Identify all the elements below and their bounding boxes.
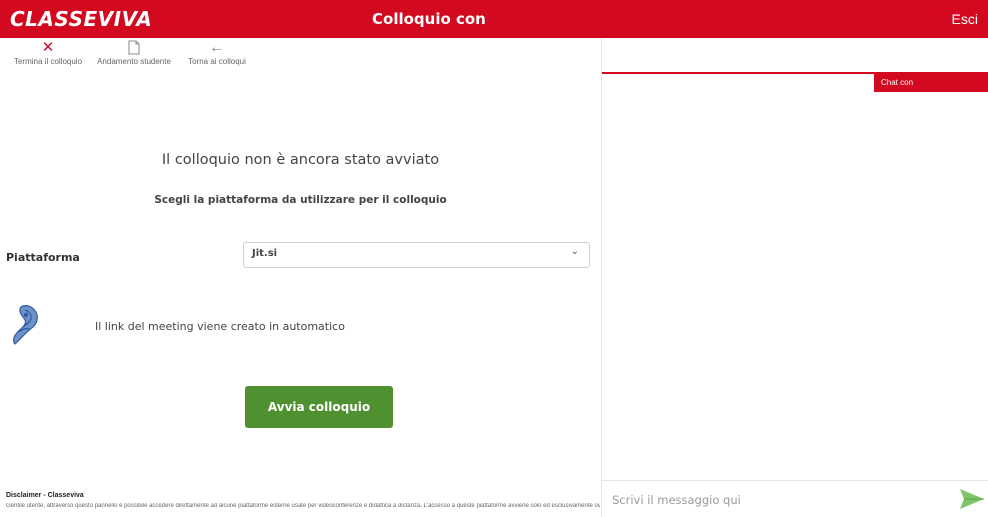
disclaimer-text: Gentile utente, attraverso questo pannel…	[6, 503, 600, 509]
document-icon	[96, 40, 172, 56]
student-progress-label: Andamento studente	[97, 57, 171, 66]
disclaimer-title: Disclaimer - Classeviva	[6, 492, 84, 499]
student-progress-button[interactable]: Andamento studente	[96, 40, 172, 68]
top-bar: CLASSEVIVA Colloquio con Esci	[0, 0, 988, 38]
chat-message-input[interactable]	[612, 489, 942, 511]
logout-link[interactable]: Esci	[952, 10, 978, 28]
arrow-left-icon: ←	[209, 39, 225, 56]
auto-link-note: Il link del meeting viene creato in auto…	[95, 320, 345, 333]
platform-label: Piattaforma	[6, 251, 80, 264]
end-meeting-button[interactable]: ✕ Termina il colloquio	[12, 40, 84, 68]
start-meeting-button[interactable]: Avvia colloquio	[245, 386, 393, 428]
chevron-down-icon: ⌄	[570, 246, 579, 257]
meeting-setup-panel: Il colloquio non è ancora stato avviato …	[0, 74, 601, 517]
toolbar: ✕ Termina il colloquio Andamento student…	[0, 38, 600, 74]
send-icon[interactable]	[959, 487, 985, 511]
chat-tab[interactable]: Chat con	[874, 74, 988, 92]
meeting-status-title: Il colloquio non è ancora stato avviato	[161, 152, 440, 168]
end-meeting-label: Termina il colloquio	[13, 57, 83, 66]
classeviva-logo[interactable]: CLASSEVIVA	[10, 7, 152, 31]
chat-input-area	[602, 480, 988, 517]
back-to-meetings-label: Torna ai colloqui	[188, 57, 246, 66]
platform-instruction: Scegli la piattaforma da utilizzare per …	[154, 194, 447, 206]
back-to-meetings-button[interactable]: ← Torna ai colloqui	[176, 40, 258, 68]
header-title: Colloquio con	[372, 10, 486, 28]
jitsi-logo	[13, 305, 38, 345]
chat-panel: Chat con	[601, 38, 988, 517]
platform-select[interactable]: Jit.si ⌄	[243, 242, 590, 268]
platform-selected-value: Jit.si	[252, 248, 278, 259]
close-icon: ✕	[41, 39, 55, 56]
